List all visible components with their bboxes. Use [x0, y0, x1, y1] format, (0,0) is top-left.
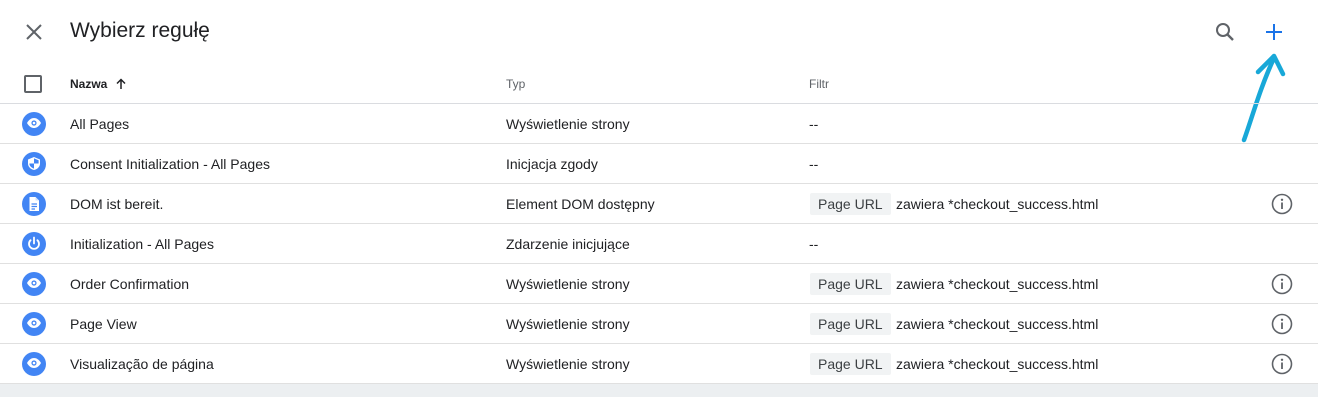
- trigger-name: All Pages: [70, 116, 130, 132]
- filter-condition: zawiera *checkout_success.html: [896, 196, 1099, 212]
- trigger-list: All Pages Wyświetlenie strony -- Consent In…: [0, 104, 1318, 384]
- column-header-filter[interactable]: Filtr: [809, 77, 829, 91]
- table-row[interactable]: Initialization - All Pages Zdarzenie inic…: [0, 224, 1318, 264]
- eye-icon: [22, 352, 46, 376]
- dialog-header: Wybierz regułę: [0, 0, 1318, 64]
- trigger-name: Page View: [70, 316, 137, 332]
- trigger-name: Initialization - All Pages: [70, 236, 214, 252]
- trigger-name: DOM ist bereit.: [70, 196, 164, 212]
- close-icon: [26, 24, 42, 40]
- column-name-label: Nazwa: [70, 77, 108, 91]
- trigger-type: Inicjacja zgody: [506, 156, 598, 172]
- trigger-picker-panel: Wybierz regułę Nazwa Typ Filtr All Pages…: [0, 0, 1318, 384]
- page-title: Wybierz regułę: [70, 19, 210, 42]
- filter-empty: --: [809, 156, 819, 172]
- power-icon: [22, 232, 46, 256]
- document-icon: [22, 192, 46, 216]
- table-row[interactable]: DOM ist bereit. Element DOM dostępny Page …: [0, 184, 1318, 224]
- trigger-type: Wyświetlenie strony: [506, 276, 630, 292]
- shield-icon: [22, 152, 46, 176]
- filter-variable-chip: Page URL: [810, 313, 891, 335]
- trigger-type: Wyświetlenie strony: [506, 356, 630, 372]
- column-header-type[interactable]: Typ: [506, 77, 525, 91]
- trigger-name: Consent Initialization - All Pages: [70, 156, 270, 172]
- trigger-name: Visualização de página: [70, 356, 214, 372]
- filter-condition: zawiera *checkout_success.html: [896, 356, 1099, 372]
- select-all-checkbox[interactable]: [24, 75, 42, 93]
- column-header-name[interactable]: Nazwa: [70, 77, 127, 93]
- table-row[interactable]: Page View Wyświetlenie strony Page URL zawi…: [0, 304, 1318, 344]
- eye-icon: [22, 112, 46, 136]
- add-trigger-button[interactable]: [1261, 19, 1287, 45]
- info-icon[interactable]: [1271, 193, 1293, 215]
- table-header: Nazwa Typ Filtr: [0, 64, 1318, 104]
- filter-variable-chip: Page URL: [810, 193, 891, 215]
- trigger-type: Zdarzenie inicjujące: [506, 236, 630, 252]
- table-row[interactable]: Consent Initialization - All Pages Inicja…: [0, 144, 1318, 184]
- search-button[interactable]: [1213, 20, 1237, 44]
- eye-icon: [22, 272, 46, 296]
- filter-condition: zawiera *checkout_success.html: [896, 316, 1099, 332]
- trigger-type: Wyświetlenie strony: [506, 316, 630, 332]
- trigger-type: Wyświetlenie strony: [506, 116, 630, 132]
- plus-icon: [1266, 24, 1282, 40]
- search-icon: [1216, 23, 1234, 41]
- filter-empty: --: [809, 116, 819, 132]
- eye-icon: [22, 312, 46, 336]
- filter-empty: --: [809, 236, 819, 252]
- info-icon[interactable]: [1271, 313, 1293, 335]
- close-button[interactable]: [22, 20, 46, 44]
- table-row[interactable]: All Pages Wyświetlenie strony --: [0, 104, 1318, 144]
- info-icon[interactable]: [1271, 273, 1293, 295]
- sort-ascending-icon: [115, 78, 127, 93]
- table-row[interactable]: Visualização de página Wyświetlenie stron…: [0, 344, 1318, 384]
- filter-condition: zawiera *checkout_success.html: [896, 276, 1099, 292]
- filter-variable-chip: Page URL: [810, 353, 891, 375]
- trigger-name: Order Confirmation: [70, 276, 190, 292]
- trigger-type: Element DOM dostępny: [506, 196, 655, 212]
- info-icon[interactable]: [1271, 353, 1293, 375]
- filter-variable-chip: Page URL: [810, 273, 891, 295]
- table-row[interactable]: Order Confirmation Wyświetlenie strony Pag…: [0, 264, 1318, 304]
